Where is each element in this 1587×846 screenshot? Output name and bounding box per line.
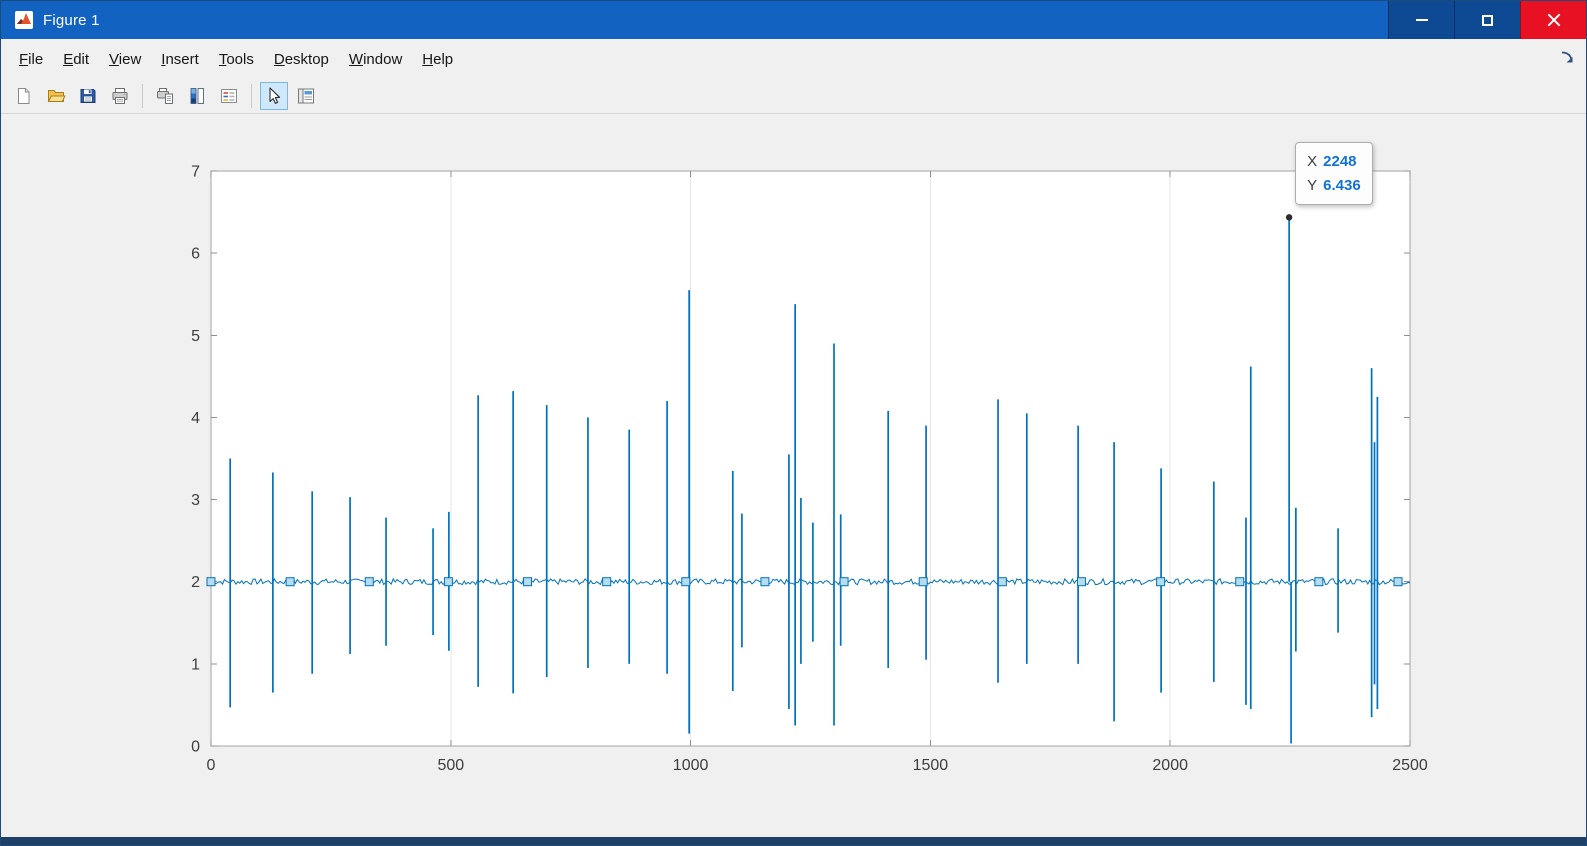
svg-text:1000: 1000	[673, 757, 709, 774]
menu-item-view[interactable]: View	[99, 44, 151, 75]
insert-colorbar-button[interactable]	[183, 82, 211, 110]
data-tip-x-label: X	[1307, 153, 1318, 171]
dock-figure-icon	[1561, 51, 1573, 63]
menu-item-file[interactable]: File	[9, 44, 53, 75]
data-tip-x-value: 2248	[1323, 153, 1357, 171]
svg-text:2: 2	[191, 574, 200, 591]
menu-item-window[interactable]: Window	[339, 44, 412, 75]
menu-item-help[interactable]: Help	[412, 44, 463, 75]
print-preview-icon	[157, 88, 173, 104]
print-figure-icon	[112, 88, 128, 104]
data-tip-y-row: Y 6.436	[1307, 174, 1361, 198]
edit-plot-cursor-icon	[269, 87, 281, 104]
minimize-icon	[1415, 19, 1428, 21]
svg-text:0: 0	[207, 757, 216, 774]
svg-text:2500: 2500	[1392, 757, 1428, 774]
data-tip-y-value: 6.436	[1323, 177, 1361, 195]
open-file-icon	[47, 90, 66, 102]
svg-text:500: 500	[437, 757, 464, 774]
svg-text:0: 0	[191, 739, 200, 756]
print-figure-button[interactable]	[106, 82, 134, 110]
insert-legend-button[interactable]	[215, 82, 243, 110]
axes-plot[interactable]: 0 500 1000 1500 2000 2500 0 1 2 3 4 5 6 7	[1, 114, 1587, 839]
window-title: Figure 1	[43, 11, 100, 29]
plot-browser-button[interactable]	[292, 82, 320, 110]
data-tip-y-label: Y	[1307, 177, 1318, 195]
window-bottom-edge	[1, 837, 1586, 845]
maximize-icon	[1482, 14, 1493, 26]
menu-bar: File Edit View Insert Tools Desktop Wind…	[1, 39, 1586, 79]
menu-item-tools[interactable]: Tools	[209, 44, 264, 75]
data-tip-x-row: X 2248	[1307, 150, 1361, 174]
toolbar-separator	[142, 84, 143, 108]
print-preview-button[interactable]	[151, 82, 179, 110]
insert-colorbar-icon	[190, 88, 204, 104]
dock-figure-button[interactable]	[1557, 48, 1577, 68]
minimize-button[interactable]	[1388, 1, 1454, 39]
figure-window: Figure 1 File Edit View Insert Tools Des…	[0, 0, 1587, 846]
data-tip[interactable]: X 2248 Y 6.436	[1295, 142, 1373, 206]
new-figure-button[interactable]	[10, 82, 38, 110]
figure-toolbar	[1, 79, 1586, 114]
figure-canvas[interactable]: 0 500 1000 1500 2000 2500 0 1 2 3 4 5 6 7 X 2248 Y 6.43…	[1, 114, 1586, 839]
svg-text:4: 4	[191, 410, 200, 427]
new-figure-icon	[18, 88, 30, 104]
save-figure-icon	[80, 89, 96, 103]
title-bar: Figure 1	[1, 1, 1586, 39]
menu-item-edit[interactable]: Edit	[53, 44, 99, 75]
svg-text:6: 6	[191, 246, 200, 263]
svg-text:5: 5	[191, 328, 200, 345]
menu-item-desktop[interactable]: Desktop	[264, 44, 339, 75]
close-button[interactable]	[1520, 1, 1586, 39]
svg-text:2000: 2000	[1152, 757, 1188, 774]
window-controls	[1388, 1, 1586, 39]
menu-item-insert[interactable]: Insert	[151, 44, 209, 75]
maximize-button[interactable]	[1454, 1, 1520, 39]
svg-text:1: 1	[191, 656, 200, 673]
close-icon	[1547, 13, 1561, 27]
edit-plot-button[interactable]	[260, 82, 288, 110]
save-figure-button[interactable]	[74, 82, 102, 110]
svg-text:1500: 1500	[913, 757, 949, 774]
plot-browser-icon	[298, 88, 314, 104]
toolbar-separator	[251, 84, 252, 108]
insert-legend-icon	[221, 89, 237, 103]
open-file-button[interactable]	[42, 82, 70, 110]
svg-text:7: 7	[191, 164, 200, 181]
matlab-icon[interactable]	[14, 10, 34, 30]
svg-text:3: 3	[191, 492, 200, 509]
